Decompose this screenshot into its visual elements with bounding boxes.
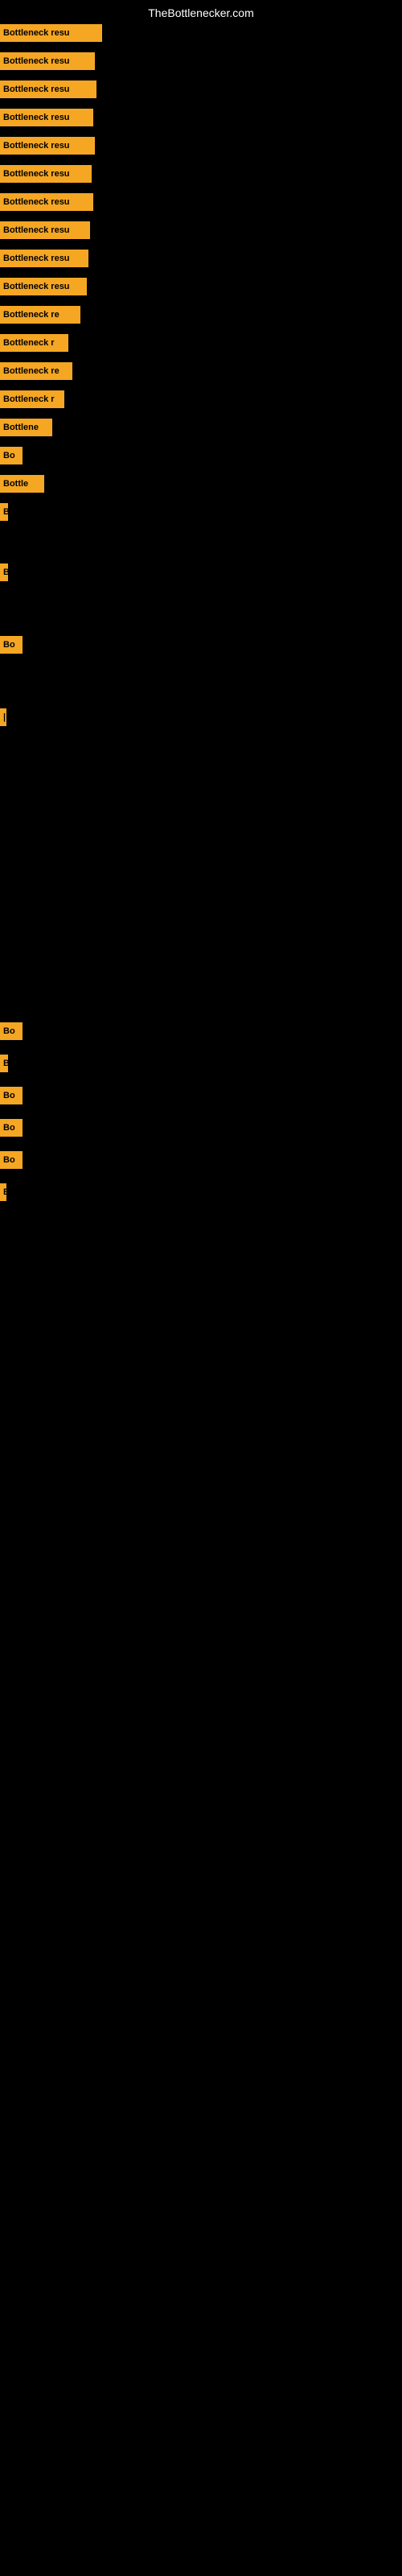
bottleneck-bar: B	[0, 1183, 6, 1201]
bottleneck-bar: Bottleneck resu	[0, 109, 93, 126]
bottleneck-bar: Bo	[0, 1087, 23, 1104]
bottleneck-bar: Bottleneck r	[0, 390, 64, 408]
bottleneck-bar: |	[0, 708, 6, 726]
bottleneck-bar: Bo	[0, 1151, 23, 1169]
bottleneck-bar: Bottlene	[0, 419, 52, 436]
bottleneck-bar: Bottleneck re	[0, 362, 72, 380]
bottleneck-bar: B	[0, 503, 8, 521]
bottleneck-bar: Bo	[0, 1119, 23, 1137]
bottleneck-bar: Bottleneck resu	[0, 165, 92, 183]
bottleneck-bar: Bottleneck resu	[0, 137, 95, 155]
bottleneck-bar: B	[0, 1055, 8, 1072]
bottleneck-bar: Bo	[0, 636, 23, 654]
bottleneck-bar: Bottleneck resu	[0, 278, 87, 295]
bottleneck-bar: Bottleneck resu	[0, 250, 88, 267]
bottleneck-bar: Bottleneck r	[0, 334, 68, 352]
bottleneck-bar: Bottleneck resu	[0, 24, 102, 42]
bottleneck-bar: B	[0, 564, 8, 581]
bottleneck-bar: Bottleneck resu	[0, 80, 96, 98]
bottleneck-bar: Bo	[0, 1022, 23, 1040]
bottleneck-bar: Bottleneck resu	[0, 52, 95, 70]
bottleneck-bar: Bottle	[0, 475, 44, 493]
bottleneck-bar: Bo	[0, 447, 23, 464]
bottleneck-bar: Bottleneck re	[0, 306, 80, 324]
bottleneck-bar: Bottleneck resu	[0, 193, 93, 211]
bottleneck-bar: Bottleneck resu	[0, 221, 90, 239]
site-title: TheBottlenecker.com	[0, 6, 402, 19]
